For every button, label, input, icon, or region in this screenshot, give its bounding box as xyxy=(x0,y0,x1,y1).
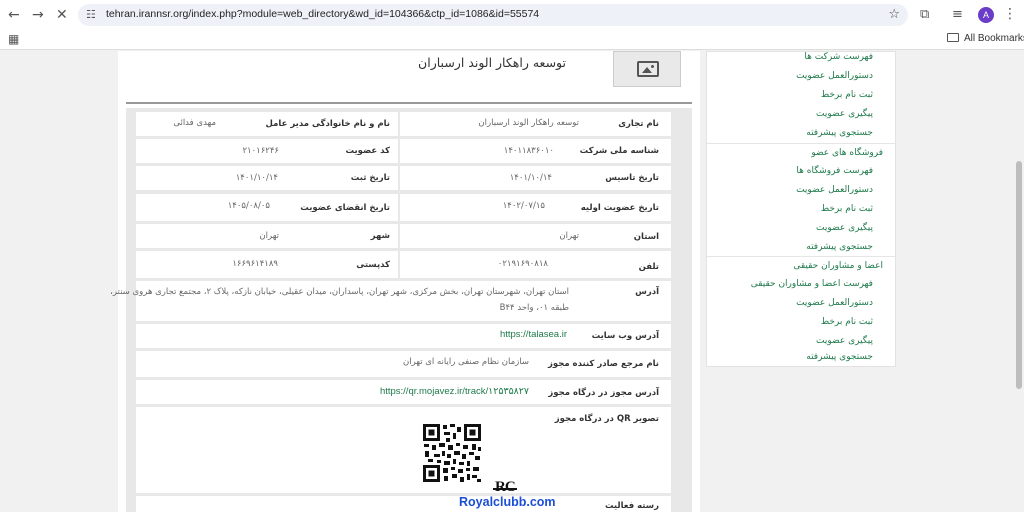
sidebar-item-companies-list[interactable]: فهرست شرکت ها xyxy=(707,48,895,67)
sidebar-item-stores-advanced-search[interactable]: جستجوی پیشرفته xyxy=(707,238,895,257)
page-title: توسعه راهکار الوند ارسباران xyxy=(418,55,566,70)
sidebar-item-online-register[interactable]: ثبت نام برخط xyxy=(707,86,895,105)
close-icon[interactable]: ✕ xyxy=(56,7,68,23)
register-date-cell: تاریخ ثبت ۱۴۰۱/۱۰/۱۴ xyxy=(136,166,398,190)
address-bar[interactable]: ☷ tehran.irannsr.org/index.php?module=we… xyxy=(78,4,908,26)
sidebar-item-advanced-search[interactable]: جستجوی پیشرفته xyxy=(707,124,895,143)
browser-toolbar: ← → ✕ ☷ tehran.irannsr.org/index.php?mod… xyxy=(0,0,1024,30)
page-viewport: توسعه راهکار الوند ارسباران نام تجاری تو… xyxy=(0,51,1024,512)
website-link[interactable]: https://talasea.ir xyxy=(500,329,567,340)
website-cell: آدرس وب سایت https://talasea.ir xyxy=(136,324,671,348)
postal-code-cell: کدپستی ۱۶۶۹۶۱۴۱۸۹ xyxy=(136,251,398,278)
membership-expiry-cell: تاریخ انقضای عضویت ۱۴۰۵/۰۸/۰۵ xyxy=(136,194,398,221)
scrollbar-thumb[interactable] xyxy=(1016,161,1022,389)
qr-cell: تصویر QR در درگاه مجوز xyxy=(136,407,671,493)
sidebar-item-individuals-online-register[interactable]: ثبت نام برخط xyxy=(707,313,895,332)
city-cell: شهر تهران xyxy=(136,224,398,248)
national-id-cell: شناسه ملی شرکت ۱۴۰۱۱۸۳۶۰۱۰ xyxy=(400,139,671,163)
sidebar-section-individual-members[interactable]: اعضا و مشاوران حقیقی xyxy=(707,256,895,275)
forward-arrow-icon[interactable]: → xyxy=(32,7,44,23)
license-url-cell: آدرس مجوز در درگاه مجوز https://qr.mojav… xyxy=(136,380,671,404)
back-arrow-icon[interactable]: ← xyxy=(8,7,20,23)
media-controls-icon[interactable]: ≡ xyxy=(952,7,963,22)
founding-date-cell: تاریخ تاسیس ۱۴۰۱/۱۰/۱۴ xyxy=(400,166,671,190)
qr-code-image xyxy=(422,423,482,483)
site-info-icon[interactable]: ☷ xyxy=(86,8,96,21)
company-header: توسعه راهکار الوند ارسباران xyxy=(126,51,692,104)
url-text[interactable]: tehran.irannsr.org/index.php?module=web_… xyxy=(106,8,539,20)
company-details: نام تجاری توسعه راهکار الوند ارسباران نا… xyxy=(110,108,692,512)
sidebar-item-membership-tracking[interactable]: پیگیری عضویت xyxy=(707,105,895,124)
watermark: RC Royalclubb.com xyxy=(455,479,567,512)
sidebar-item-stores-list[interactable]: فهرست فروشگاه ها xyxy=(707,162,895,181)
trade-name-cell: نام تجاری توسعه راهکار الوند ارسباران xyxy=(400,112,671,136)
address-cell: آدرس استان تهران، شهرستان تهران، بخش مرک… xyxy=(110,281,671,321)
sidebar-item-individuals-advanced-search[interactable]: جستجوی پیشرفته xyxy=(707,351,895,367)
phone-cell: تلفن ۰۲۱۹۱۶۹۰۸۱۸ xyxy=(400,251,671,278)
sidebar-item-stores-membership-tracking[interactable]: پیگیری عضویت xyxy=(707,219,895,238)
main-content: توسعه راهکار الوند ارسباران نام تجاری تو… xyxy=(110,51,700,512)
sidebar-item-stores-membership-guide[interactable]: دستورالعمل عضویت xyxy=(707,181,895,200)
license-link[interactable]: https://qr.mojavez.ir/track/۱۲۵۳۵۸۲۷ xyxy=(380,386,529,397)
bookmark-star-icon[interactable]: ☆ xyxy=(888,7,900,22)
sidebar-item-individuals-list[interactable]: فهرست اعضا و مشاوران حقیقی xyxy=(707,275,895,294)
first-membership-cell: تاریخ عضویت اولیه ۱۴۰۲/۰۷/۱۵ xyxy=(400,194,671,221)
member-code-cell: کد عضویت ۲۱۰۱۶۲۴۶ xyxy=(136,139,398,163)
company-logo-placeholder xyxy=(613,51,681,87)
avatar[interactable]: A xyxy=(978,7,994,23)
page-scrollbar[interactable] xyxy=(1014,51,1024,512)
image-icon xyxy=(637,61,659,77)
apps-grid-icon[interactable]: ▦ xyxy=(8,32,19,46)
sidebar-menu: فهرست شرکت ها دستورالعمل عضویت ثبت نام ب… xyxy=(706,51,896,367)
watermark-text: Royalclubb.com xyxy=(459,495,556,509)
province-cell: استان تهران xyxy=(400,224,671,248)
activity-cell: رسته فعالیت xyxy=(136,496,671,512)
bookmarks-bar: ▦ All Bookmarks xyxy=(0,30,1024,50)
all-bookmarks-button[interactable]: All Bookmarks xyxy=(947,33,1024,44)
menu-kebab-icon[interactable]: ⋮ xyxy=(1003,6,1017,22)
sidebar-item-membership-guide[interactable]: دستورالعمل عضویت xyxy=(707,67,895,86)
ceo-cell: نام و نام خانوادگی مدیر عامل مهدی فدائی xyxy=(136,112,398,136)
extensions-icon[interactable]: ⧉ xyxy=(920,7,929,22)
sidebar-item-individuals-membership-guide[interactable]: دستورالعمل عضویت xyxy=(707,294,895,313)
folder-icon xyxy=(947,33,959,42)
license-issuer-cell: نام مرجع صادر کننده مجوز سازمان نظام صنف… xyxy=(136,351,671,377)
sidebar-item-stores-online-register[interactable]: ثبت نام برخط xyxy=(707,200,895,219)
sidebar-section-member-stores[interactable]: فروشگاه های عضو xyxy=(707,143,895,162)
watermark-logo: RC xyxy=(493,479,517,495)
sidebar-item-individuals-membership-tracking[interactable]: پیگیری عضویت xyxy=(707,332,895,351)
